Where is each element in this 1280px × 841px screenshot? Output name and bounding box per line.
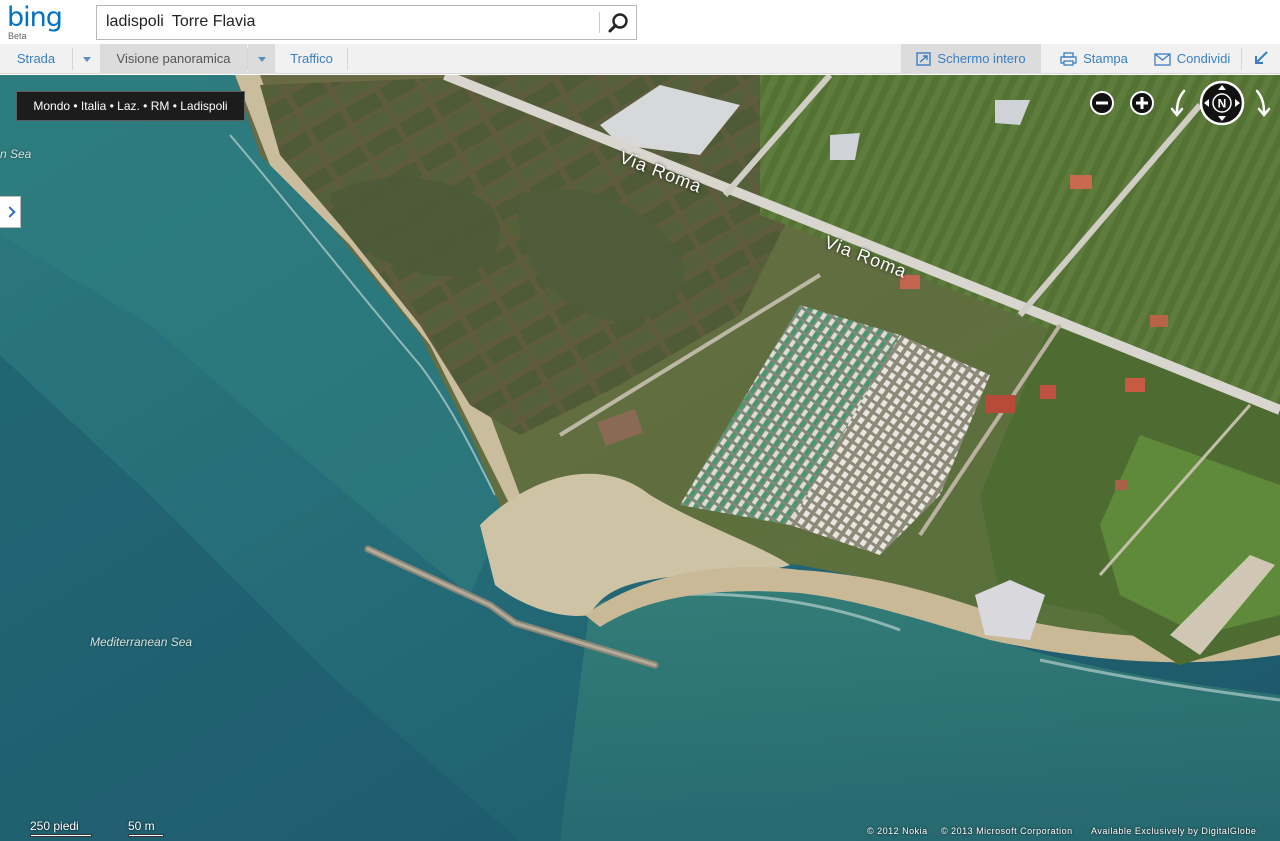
scale-meters-label: 50 m [128,819,155,833]
copyright-nokia: © 2012 Nokia [867,826,928,836]
bing-logo[interactable]: bing Beta [7,2,87,42]
search-box[interactable]: ladispoli Torre Flavia [96,5,637,40]
traffic-button[interactable]: Traffico [276,44,347,74]
search-term-1: ladispoli [106,13,164,30]
toolbar-divider [347,48,348,70]
zoom-out-button[interactable] [1089,90,1115,116]
share-button[interactable]: Condividi [1144,44,1240,74]
road-view-dropdown[interactable] [73,44,100,74]
rotate-left-button[interactable] [1168,88,1192,118]
compass-north-label: N [1218,97,1227,111]
search-icon [608,13,628,33]
expand-panel-button[interactable] [0,196,21,228]
scale-bar-feet: 250 piedi [30,819,92,837]
share-label: Condividi [1176,51,1231,66]
map-canvas[interactable]: n Sea Mediterranean Sea Via Roma Via Rom… [0,75,1280,841]
print-button[interactable]: Stampa [1044,44,1144,74]
collapse-arrow-icon [1255,51,1268,64]
printer-icon [1060,52,1077,66]
scale-feet-label: 250 piedi [30,819,79,833]
search-input[interactable]: ladispoli Torre Flavia [106,13,255,31]
zoom-in-button[interactable] [1129,90,1155,116]
panoramic-view-dropdown[interactable] [248,44,275,74]
fullscreen-icon [916,52,932,66]
map-toolbar: Strada Visione panoramica Traffico Scher… [0,44,1280,74]
print-label: Stampa [1083,51,1128,66]
fullscreen-label: Schermo intero [937,51,1026,66]
location-breadcrumb[interactable]: Mondo • Italia • Laz. • RM • Ladispoli [16,91,245,121]
copyright-microsoft: © 2013 Microsoft Corporation [941,826,1073,836]
scale-bar-line [128,834,164,837]
sea-label-partial: n Sea [0,147,32,161]
copyright-digitalglobe: Available Exclusively by DigitalGlobe [1091,826,1257,836]
fullscreen-button[interactable]: Schermo intero [901,44,1041,74]
search-term-2: Torre Flavia [171,13,256,30]
logo-beta-label: Beta [8,31,27,41]
toolbar-divider [1241,48,1242,70]
compass-control[interactable]: N [1198,79,1246,127]
sea-label: Mediterranean Sea [90,635,193,649]
scale-bar-line [30,834,92,837]
search-button[interactable] [602,8,634,38]
search-divider [599,12,600,33]
logo-wordmark: bing [7,2,63,33]
panoramic-view-button[interactable]: Visione panoramica [100,44,247,74]
rotate-right-button[interactable] [1250,88,1274,118]
aerial-imagery[interactable] [0,75,1280,841]
envelope-icon [1154,53,1171,66]
collapse-toolbar-button[interactable] [1243,44,1279,74]
scale-bar-meters: 50 m [128,819,164,837]
road-view-button[interactable]: Strada [0,44,72,74]
header: bing Beta ladispoli Torre Flavia [0,0,1280,44]
